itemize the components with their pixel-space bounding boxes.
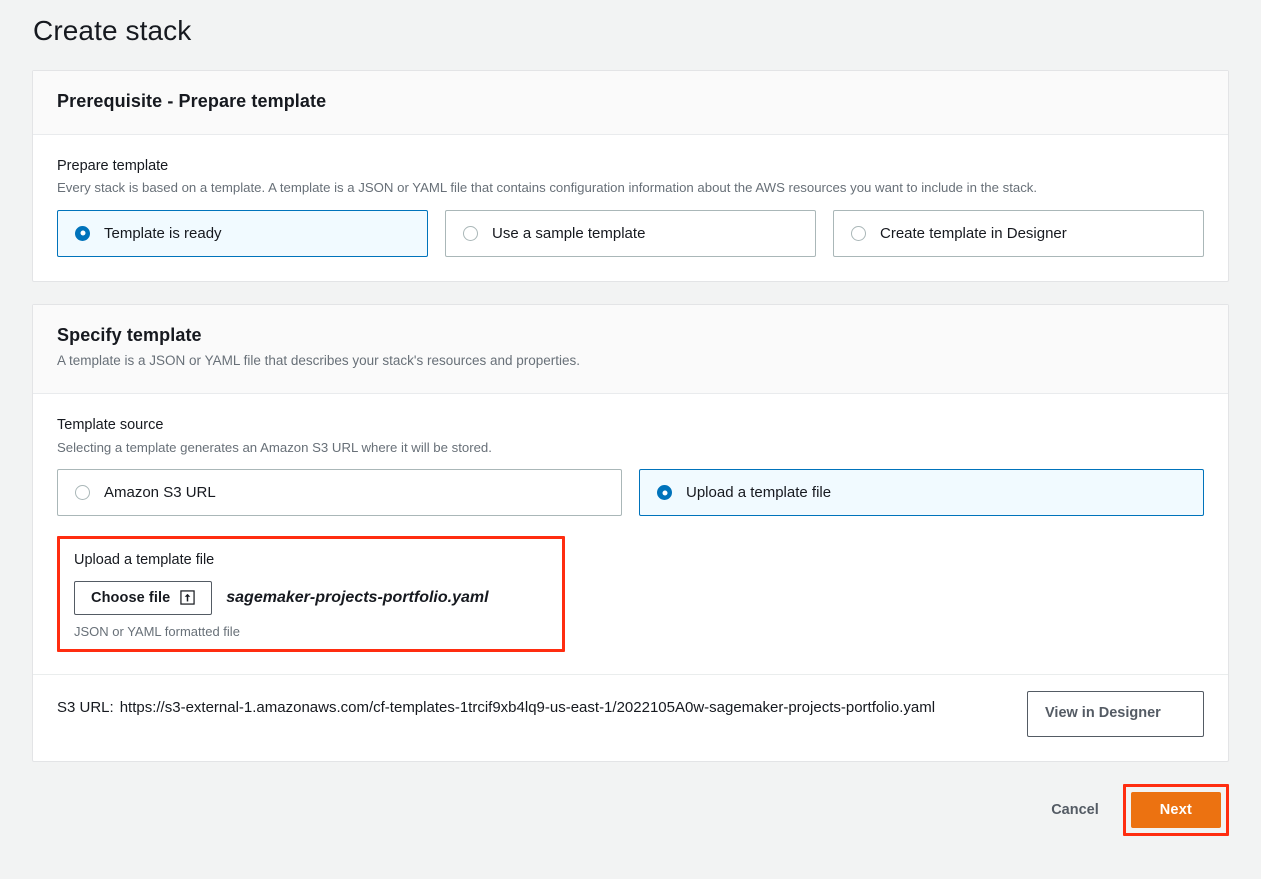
radio-icon-selected[interactable] bbox=[75, 225, 90, 241]
radio-label-upload-a-template-file: Upload a template file bbox=[686, 484, 832, 502]
upload-file-hint: JSON or YAML formatted file bbox=[74, 623, 240, 639]
radio-label-template-is-ready: Template is ready bbox=[104, 224, 222, 242]
prerequisite-card: Prerequisite - Prepare template Prepare … bbox=[32, 69, 1229, 282]
specify-template-subheading: A template is a JSON or YAML file that d… bbox=[57, 352, 581, 368]
upload-template-file-highlight: Upload a template file Choose file sagem bbox=[57, 536, 565, 652]
radio-icon-selected[interactable] bbox=[657, 485, 672, 501]
specify-template-card: Specify template A template is a JSON or… bbox=[32, 303, 1229, 762]
s3-url-text: S3 URL: https://s3-external-1.amazonaws.c… bbox=[57, 697, 935, 720]
prerequisite-heading: Prerequisite - Prepare template bbox=[57, 90, 327, 111]
radio-label-create-template-in-designer: Create template in Designer bbox=[880, 224, 1067, 242]
specify-template-card-body: Template source Selecting a template gen… bbox=[33, 394, 1228, 761]
upload-template-file-label: Upload a template file bbox=[74, 552, 215, 569]
specify-template-heading: Specify template bbox=[57, 324, 202, 345]
upload-icon bbox=[180, 590, 195, 606]
radio-tile-template-is-ready[interactable]: Template is ready bbox=[57, 209, 428, 257]
template-source-radio-group: Amazon S3 URL Upload a template file bbox=[57, 469, 1204, 517]
form-actions: Cancel Next bbox=[32, 784, 1229, 854]
template-source-description: Selecting a template generates an Amazon… bbox=[57, 439, 492, 455]
uploaded-file-name: sagemaker-projects-portfolio.yaml bbox=[226, 588, 489, 606]
s3-url-key-label: S3 URL: bbox=[57, 698, 114, 716]
view-in-designer-button[interactable]: View in Designer bbox=[1027, 690, 1204, 737]
prepare-template-radio-group: Template is ready Use a sample template … bbox=[57, 209, 1204, 257]
prepare-template-label: Prepare template bbox=[57, 157, 169, 174]
s3-url-row: S3 URL: https://s3-external-1.amazonaws.c… bbox=[57, 675, 1204, 737]
next-button[interactable]: Next bbox=[1130, 792, 1221, 828]
choose-file-button-label: Choose file bbox=[91, 589, 171, 606]
radio-tile-amazon-s3-url[interactable]: Amazon S3 URL bbox=[57, 469, 622, 517]
prepare-template-description: Every stack is based on a template. A te… bbox=[57, 180, 1038, 196]
radio-tile-use-a-sample-template[interactable]: Use a sample template bbox=[445, 209, 816, 257]
page-title: Create stack bbox=[33, 15, 192, 46]
upload-file-row: Choose file sagemaker-projects-portfolio… bbox=[74, 580, 548, 615]
create-stack-page: Create stack Prerequisite - Prepare temp… bbox=[0, 0, 1261, 854]
radio-tile-create-template-in-designer[interactable]: Create template in Designer bbox=[833, 209, 1204, 257]
template-source-label: Template source bbox=[57, 416, 164, 433]
radio-icon-unselected[interactable] bbox=[75, 485, 90, 501]
radio-label-use-a-sample-template: Use a sample template bbox=[492, 224, 646, 242]
prerequisite-card-body: Prepare template Every stack is based on… bbox=[33, 135, 1228, 281]
cancel-button[interactable]: Cancel bbox=[1031, 792, 1119, 828]
radio-icon-unselected[interactable] bbox=[463, 225, 478, 241]
specify-template-card-header: Specify template A template is a JSON or… bbox=[33, 304, 1228, 394]
next-button-highlight: Next bbox=[1122, 784, 1229, 836]
radio-tile-upload-a-template-file[interactable]: Upload a template file bbox=[639, 469, 1204, 517]
radio-label-amazon-s3-url: Amazon S3 URL bbox=[104, 484, 216, 502]
s3-url-value: https://s3-external-1.amazonaws.com/cf-t… bbox=[119, 698, 936, 716]
prerequisite-card-header: Prerequisite - Prepare template bbox=[33, 70, 1228, 135]
radio-icon-unselected[interactable] bbox=[851, 225, 866, 241]
choose-file-button[interactable]: Choose file bbox=[74, 580, 213, 615]
